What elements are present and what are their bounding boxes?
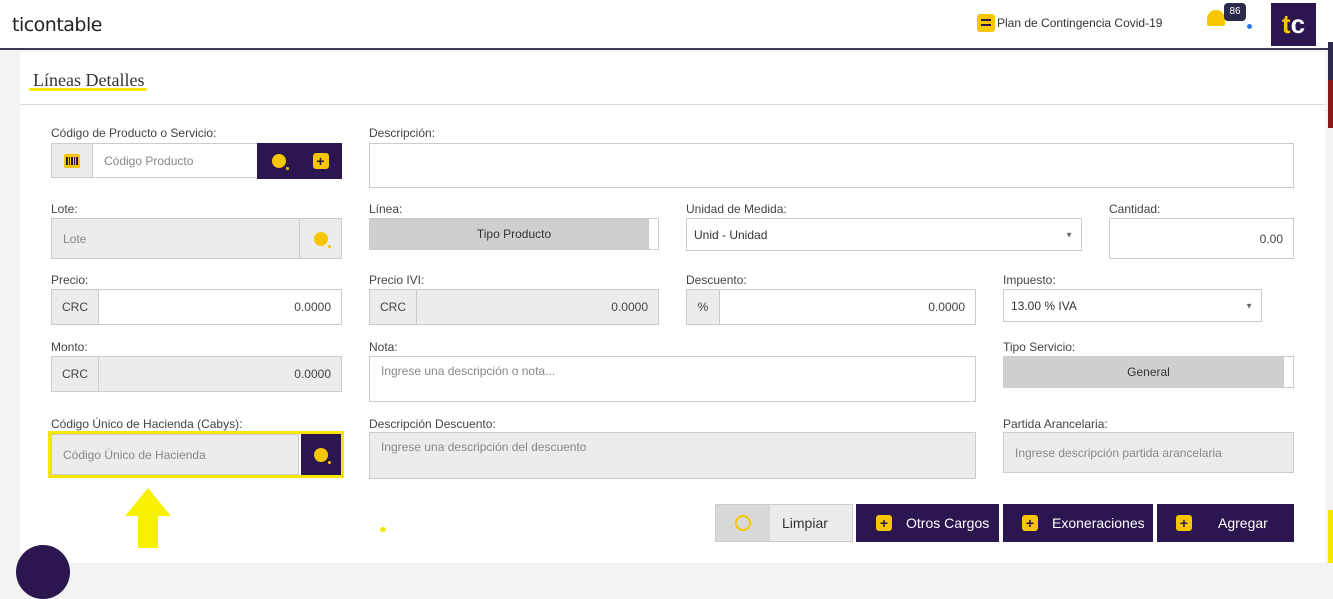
precio-ivi-label: Precio IVI: (369, 273, 425, 287)
linea-label: Línea: (369, 202, 403, 216)
cabys-input[interactable]: Código Único de Hacienda (51, 434, 299, 475)
title-underline (29, 88, 147, 91)
product-code-input[interactable]: Código Producto (92, 143, 258, 178)
tipo-servicio-toggle[interactable]: General (1003, 356, 1294, 388)
status-dot (1247, 24, 1252, 29)
bell-icon[interactable] (1207, 10, 1225, 26)
precio-input[interactable]: 0.0000 (98, 289, 342, 325)
unidad-select[interactable]: Unid - Unidad ▼ (686, 218, 1082, 251)
lote-placeholder: Lote (63, 231, 87, 246)
partida-placeholder: Ingrese descripción partida arancelaria (1015, 445, 1222, 460)
monto-value: 0.0000 (294, 367, 331, 381)
partida-label: Partida Arancelaria: (1003, 417, 1108, 431)
exoneraciones-label: Exoneraciones (1052, 515, 1145, 531)
descripcion-descuento-placeholder: Ingrese una descripción del descuento (381, 440, 587, 454)
lote-input[interactable]: Lote (51, 218, 300, 259)
precio-ivi-input: 0.0000 (416, 289, 659, 325)
descuento-unit: % (686, 289, 720, 325)
partida-input[interactable]: Ingrese descripción partida arancelaria (1003, 432, 1294, 473)
plus-icon: + (876, 515, 892, 531)
product-code-label: Código de Producto o Servicio: (51, 126, 217, 140)
description-input[interactable] (369, 143, 1294, 188)
product-code-placeholder: Código Producto (104, 153, 194, 168)
search-lote-button[interactable] (299, 218, 342, 259)
side-strip (1328, 80, 1333, 128)
otros-cargos-label: Otros Cargos (906, 515, 990, 531)
impuesto-label: Impuesto: (1003, 273, 1056, 287)
add-product-button[interactable]: + (299, 143, 342, 179)
checklist-icon (977, 14, 995, 32)
descripcion-descuento-label: Descripción Descuento: (369, 417, 496, 431)
search-product-button[interactable] (257, 143, 300, 179)
divider (20, 104, 1325, 105)
cantidad-input[interactable]: 0.00 (1109, 218, 1294, 259)
plus-icon: + (312, 153, 329, 169)
top-bar: ticontable Plan de Contingencia Covid-19… (0, 0, 1333, 50)
scroll-strip (1328, 42, 1333, 80)
otros-cargos-button[interactable]: + Otros Cargos (856, 504, 999, 542)
covid-plan-label: Plan de Contingencia Covid-19 (997, 16, 1163, 30)
app-logo[interactable]: ticontable (12, 14, 102, 36)
monto-input: 0.0000 (98, 356, 342, 392)
precio-value: 0.0000 (294, 300, 331, 314)
precio-ivi-value: 0.0000 (611, 300, 648, 314)
clear-label: Limpiar (782, 515, 828, 531)
notification-badge: 86 (1224, 3, 1246, 21)
nota-label: Nota: (369, 340, 398, 354)
cantidad-value: 0.00 (1259, 231, 1283, 246)
agregar-label: Agregar (1218, 515, 1268, 531)
description-label: Descripción: (369, 126, 436, 140)
impuesto-value: 13.00 % IVA (1011, 298, 1077, 313)
chat-help-button[interactable] (16, 545, 70, 599)
avatar[interactable]: tc (1271, 3, 1316, 46)
tipo-servicio-label: Tipo Servicio: (1003, 340, 1076, 354)
descuento-value: 0.0000 (928, 300, 965, 314)
plus-icon: + (1022, 515, 1038, 531)
monto-currency: CRC (51, 356, 99, 392)
precio-ivi-currency: CRC (369, 289, 417, 325)
descripcion-descuento-input[interactable]: Ingrese una descripción del descuento (369, 432, 976, 479)
unidad-label: Unidad de Medida: (686, 202, 787, 216)
cabys-placeholder: Código Único de Hacienda (63, 447, 206, 462)
search-icon (314, 447, 331, 464)
covid-plan-link[interactable]: Plan de Contingencia Covid-19 (977, 14, 1162, 32)
precio-currency: CRC (51, 289, 99, 325)
cantidad-label: Cantidad: (1109, 202, 1161, 216)
descuento-input[interactable]: 0.0000 (719, 289, 976, 325)
impuesto-select[interactable]: 13.00 % IVA ▼ (1003, 289, 1262, 322)
exoneraciones-button[interactable]: + Exoneraciones (1003, 504, 1153, 542)
descuento-label: Descuento: (686, 273, 747, 287)
lote-label: Lote: (51, 202, 78, 216)
unidad-value: Unid - Unidad (694, 227, 768, 242)
cabys-label: Código Único de Hacienda (Cabys): (51, 417, 243, 431)
linea-toggle[interactable]: Tipo Producto (369, 218, 659, 250)
plus-icon: + (1176, 515, 1192, 531)
side-highlight (1328, 510, 1333, 563)
barcode-icon[interactable] (51, 143, 93, 178)
nota-placeholder: Ingrese una descripción o nota... (381, 364, 556, 378)
chevron-down-icon: ▼ (1065, 230, 1073, 239)
nota-input[interactable]: Ingrese una descripción o nota... (369, 356, 976, 402)
search-cabys-button[interactable] (301, 434, 341, 475)
search-icon (313, 231, 331, 248)
chevron-down-icon: ▼ (1245, 301, 1253, 310)
clear-button[interactable]: Limpiar (715, 504, 853, 542)
agregar-button[interactable]: + Agregar (1157, 504, 1294, 542)
pointer-arrow-icon (125, 488, 171, 548)
precio-label: Precio: (51, 273, 89, 287)
highlight-dot (380, 527, 386, 532)
refresh-icon (735, 515, 751, 531)
search-icon (271, 154, 289, 170)
monto-label: Monto: (51, 340, 88, 354)
